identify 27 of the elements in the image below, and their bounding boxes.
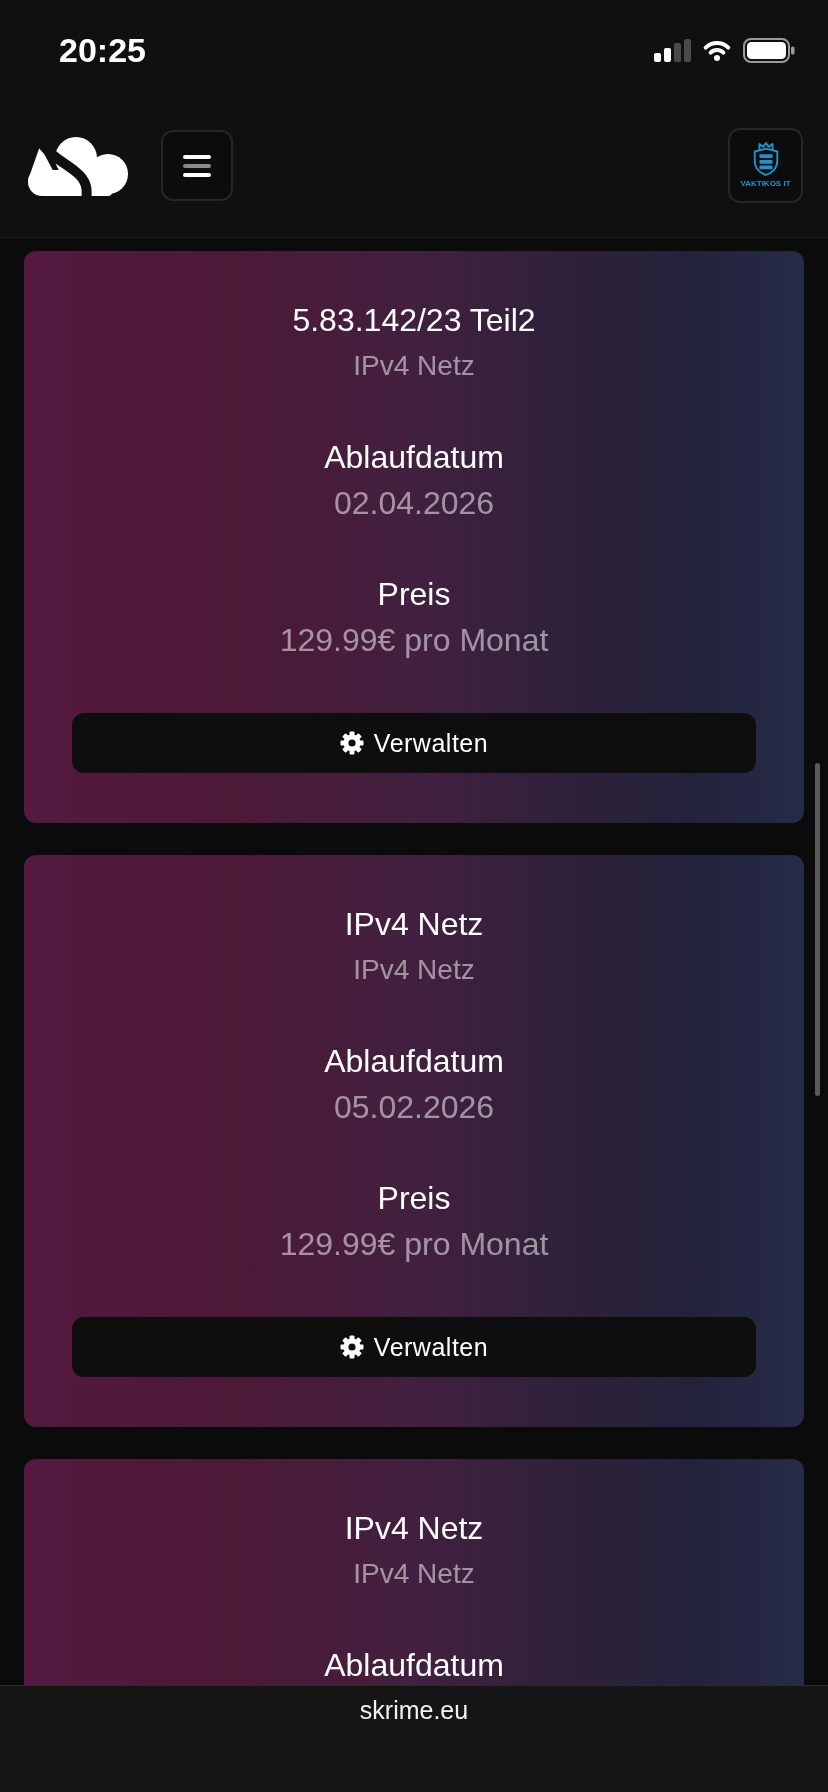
- field-label: Ablaufdatum: [324, 1043, 504, 1079]
- field-label: Ablaufdatum: [324, 439, 504, 475]
- service-type: IPv4 Netz: [353, 953, 475, 987]
- field-label: Preis: [377, 576, 451, 612]
- menu-button[interactable]: [161, 130, 233, 201]
- field-value: 129.99€ pro Monat: [279, 621, 549, 660]
- status-time: 20:25: [59, 30, 146, 70]
- service-title: 5.83.142/23 Teil2: [292, 302, 536, 338]
- manage-button[interactable]: Verwalten: [72, 1317, 756, 1377]
- service-type: IPv4 Netz: [353, 1557, 475, 1591]
- service-title: IPv4 Netz: [344, 1510, 484, 1546]
- url-text[interactable]: skrime.eu: [359, 1695, 469, 1725]
- field-value: 05.02.2026: [333, 1088, 495, 1127]
- menu-icon: [183, 154, 211, 177]
- battery-icon: [743, 37, 795, 63]
- field-label: Ablaufdatum: [324, 1647, 504, 1683]
- manage-button[interactable]: Verwalten: [72, 713, 756, 773]
- brand-button[interactable]: VAKTIKOS IT: [728, 128, 803, 203]
- service-title: IPv4 Netz: [344, 906, 484, 942]
- gear-icon: [339, 1335, 364, 1359]
- gear-icon: [339, 731, 364, 755]
- wifi-icon: [702, 39, 732, 61]
- field-label: Preis: [377, 1180, 451, 1216]
- field-value: 02.04.2026: [333, 484, 495, 523]
- signal-icon: [654, 38, 691, 62]
- field-value: 129.99€ pro Monat: [279, 1225, 549, 1264]
- service-type: IPv4 Netz: [353, 349, 475, 383]
